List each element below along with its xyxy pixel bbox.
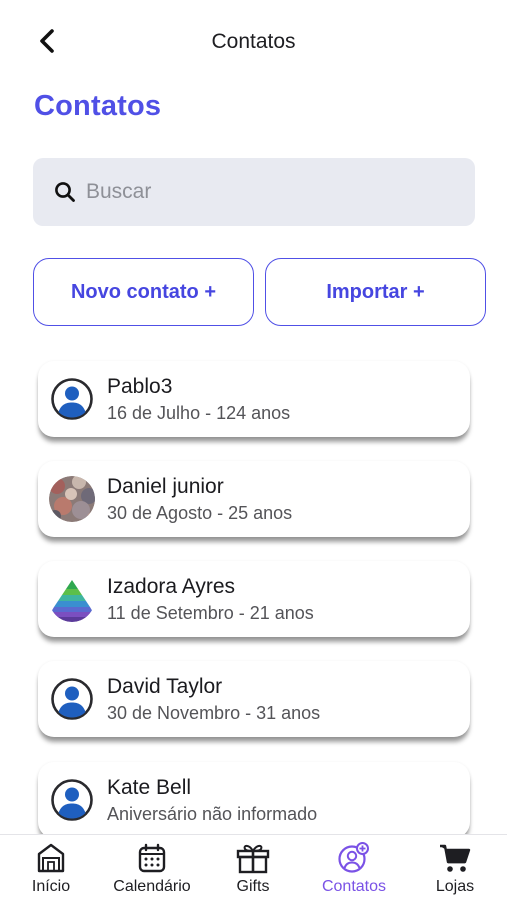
tab-inicio[interactable]: Início bbox=[1, 835, 101, 900]
tab-calendario[interactable]: Calendário bbox=[102, 835, 202, 900]
tab-label: Lojas bbox=[435, 878, 475, 895]
cart-icon bbox=[438, 842, 472, 874]
contact-birthday: 16 de Julho - 124 anos bbox=[107, 402, 291, 423]
contact-birthday: Aniversário não informado bbox=[107, 803, 318, 824]
contact-name: David Taylor bbox=[107, 674, 223, 698]
contact-card-david-taylor[interactable]: David Taylor 30 de Novembro - 31 anos bbox=[38, 661, 470, 737]
contact-card-pablo3[interactable]: Pablo3 16 de Julho - 124 anos bbox=[38, 361, 470, 437]
contact-name: Pablo3 bbox=[107, 374, 173, 398]
contact-name: Kate Bell bbox=[107, 775, 192, 799]
tab-contatos[interactable]: Contatos bbox=[304, 835, 404, 900]
default-user-icon bbox=[49, 676, 95, 722]
contact-birthday: 30 de Novembro - 31 anos bbox=[107, 702, 321, 723]
tab-lojas[interactable]: Lojas bbox=[405, 835, 505, 900]
contact-photo bbox=[49, 476, 95, 522]
contact-birthday: 11 de Setembro - 21 anos bbox=[107, 602, 314, 623]
rainbow-pyramid-image bbox=[49, 576, 95, 622]
tab-label: Calendário bbox=[113, 878, 191, 895]
gift-icon bbox=[236, 842, 270, 874]
contact-name: Izadora Ayres bbox=[107, 574, 236, 598]
contact-list: Pablo3 16 de Julho - 124 anos Daniel jun… bbox=[0, 0, 507, 834]
bottom-tab-bar: Início Calendário Gifts Contatos Lojas bbox=[0, 834, 507, 900]
tab-label: Gifts bbox=[236, 878, 270, 895]
contact-card-daniel-junior[interactable]: Daniel junior 30 de Agosto - 25 anos bbox=[38, 461, 470, 537]
contact-card-kate-bell[interactable]: Kate Bell Aniversário não informado bbox=[38, 762, 470, 834]
home-icon bbox=[34, 842, 68, 874]
contact-birthday: 30 de Agosto - 25 anos bbox=[107, 502, 293, 523]
tab-gifts[interactable]: Gifts bbox=[203, 835, 303, 900]
contacts-add-icon bbox=[337, 842, 371, 874]
default-user-icon bbox=[49, 777, 95, 823]
contact-name: Daniel junior bbox=[107, 474, 224, 498]
tab-label: Início bbox=[31, 878, 71, 895]
tab-label: Contatos bbox=[321, 878, 387, 895]
default-user-icon bbox=[49, 376, 95, 422]
calendar-icon bbox=[135, 842, 169, 874]
contact-card-izadora-ayres[interactable]: Izadora Ayres 11 de Setembro - 21 anos bbox=[38, 561, 470, 637]
